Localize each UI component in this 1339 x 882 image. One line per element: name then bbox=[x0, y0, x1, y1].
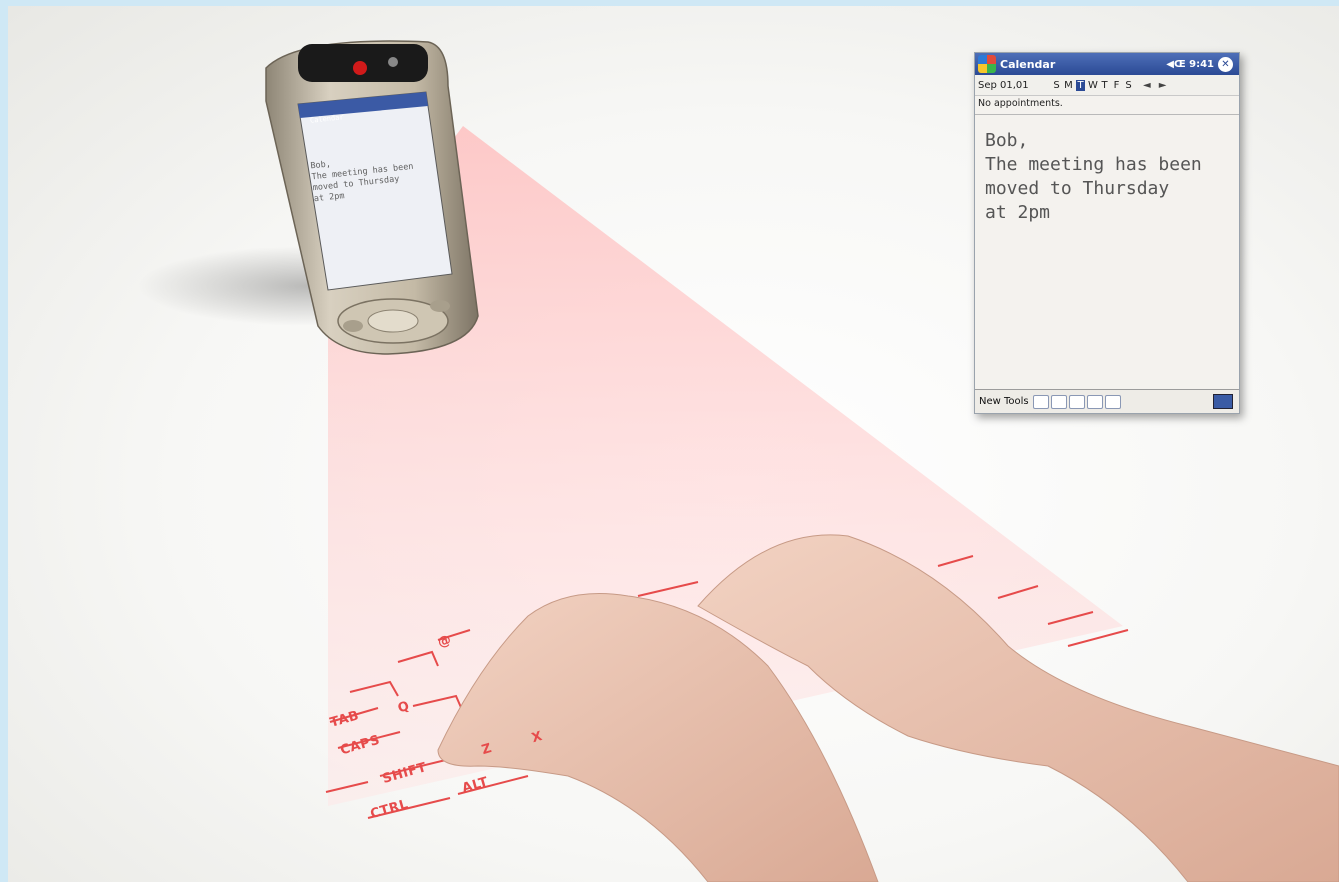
pda-date[interactable]: Sep 01,01 bbox=[978, 80, 1052, 91]
pda-titlebar: Calendar ◀Œ 9:41 ✕ bbox=[975, 53, 1239, 75]
sensor-icon bbox=[388, 57, 398, 67]
pda-app-title: Calendar bbox=[1000, 57, 1056, 71]
appointments-status: No appointments. bbox=[975, 96, 1239, 115]
day-button-selected[interactable]: T bbox=[1076, 79, 1085, 91]
week-days: S M T W T F S bbox=[1052, 79, 1133, 91]
nav-arrows: ◄ ► bbox=[1143, 80, 1166, 91]
next-arrow-icon[interactable]: ► bbox=[1159, 80, 1167, 91]
view-icon[interactable] bbox=[1050, 394, 1067, 409]
status-text: ◀Œ 9:41 bbox=[1166, 58, 1214, 70]
pda-screen-inset: Calendar ◀Œ 9:41 ✕ Sep 01,01 S M T W T F… bbox=[974, 52, 1240, 414]
photo-frame: TAB Q CAPS SHIFT CTRL ALT @ Z X Calendar… bbox=[8, 6, 1339, 882]
day-button[interactable]: M bbox=[1064, 80, 1073, 91]
view-icon[interactable] bbox=[1086, 394, 1103, 409]
pda-note-text: Bob, The meeting has been moved to Thurs… bbox=[985, 130, 1202, 223]
app-button-icon bbox=[343, 320, 363, 332]
view-icon[interactable] bbox=[1068, 394, 1085, 409]
view-buttons bbox=[1032, 394, 1121, 409]
day-button[interactable]: W bbox=[1088, 80, 1098, 91]
pda-date-nav: Sep 01,01 S M T W T F S ◄ ► bbox=[975, 75, 1239, 96]
day-button[interactable]: T bbox=[1100, 80, 1109, 91]
windows-start-icon[interactable] bbox=[978, 55, 996, 73]
menu-new-tools[interactable]: New Tools bbox=[979, 396, 1029, 407]
app-button-icon bbox=[430, 300, 450, 312]
view-icon[interactable] bbox=[1104, 394, 1121, 409]
pda-menubar: New Tools bbox=[975, 389, 1239, 413]
day-button[interactable]: F bbox=[1112, 80, 1121, 91]
laser-emitter-icon bbox=[353, 61, 367, 75]
view-icon[interactable] bbox=[1032, 394, 1049, 409]
keyboard-icon[interactable] bbox=[1213, 394, 1233, 409]
close-icon[interactable]: ✕ bbox=[1218, 56, 1233, 72]
day-button[interactable]: S bbox=[1052, 80, 1061, 91]
day-button[interactable]: S bbox=[1124, 80, 1133, 91]
pda-status: ◀Œ 9:41 ✕ bbox=[1166, 56, 1233, 72]
prev-arrow-icon[interactable]: ◄ bbox=[1143, 80, 1151, 91]
